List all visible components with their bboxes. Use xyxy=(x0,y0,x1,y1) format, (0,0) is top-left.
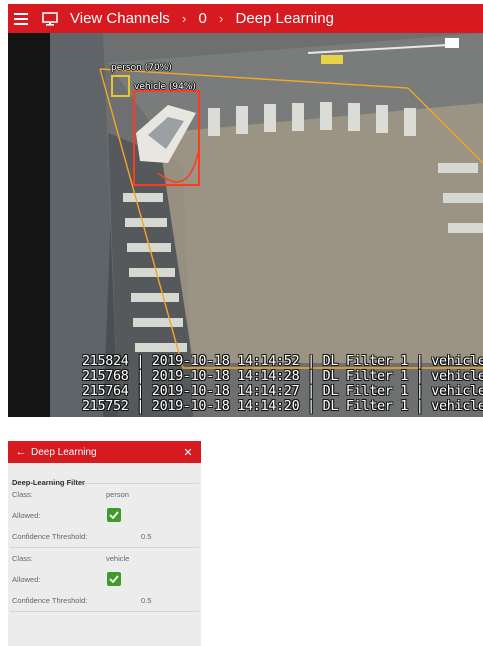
allowed-label: Allowed: xyxy=(12,575,41,584)
breadcrumb-view-channels[interactable]: View Channels xyxy=(70,10,170,27)
video-frame[interactable]: person (70%) vehicle (94%) 215824 | 2019… xyxy=(8,33,483,417)
class-row: Class: vehicle xyxy=(10,548,199,569)
allowed-label: Allowed: xyxy=(12,511,41,520)
panel-title: Deep Learning xyxy=(31,446,97,458)
detection-log: 215824 | 2019-10-18 14:14:52 | DL Filter… xyxy=(82,354,483,414)
threshold-value[interactable]: 0.5 xyxy=(141,532,151,541)
top-bar: View Channels › 0 › Deep Learning xyxy=(8,4,483,33)
check-icon xyxy=(109,575,119,583)
breadcrumb: View Channels › 0 › Deep Learning xyxy=(70,10,334,27)
breadcrumb-separator: › xyxy=(181,11,187,26)
class-value[interactable]: person xyxy=(106,490,129,499)
monitor-icon[interactable] xyxy=(40,11,60,26)
arrow-left-icon[interactable]: ← xyxy=(13,446,29,458)
detection-label-vehicle: vehicle (94%) xyxy=(134,82,196,92)
threshold-label: Confidence Threshold: xyxy=(12,596,88,605)
log-line: 215768 | 2019-10-18 14:14:28 | DL Filter… xyxy=(82,369,483,384)
allowed-checkbox[interactable] xyxy=(107,508,121,522)
breadcrumb-current: Deep Learning xyxy=(235,10,334,27)
filter-title: Deep-Learning Filter xyxy=(10,463,199,487)
log-line: 215824 | 2019-10-18 14:14:52 | DL Filter… xyxy=(82,354,483,369)
check-icon xyxy=(109,511,119,519)
breadcrumb-separator: › xyxy=(219,11,224,26)
breadcrumb-channel[interactable]: 0 xyxy=(198,10,206,27)
detection-label-person: person (70%) xyxy=(111,63,172,73)
log-line: 215752 | 2019-10-18 14:14:20 | DL Filter… xyxy=(82,399,483,414)
hamburger-icon[interactable] xyxy=(12,12,30,25)
class-value[interactable]: vehicle xyxy=(106,554,129,563)
class-row: Class: person xyxy=(10,484,199,505)
threshold-label: Confidence Threshold: xyxy=(12,532,88,541)
deep-learning-panel: ← Deep Learning ✕ Deep-Learning Filter C… xyxy=(8,441,201,646)
close-icon[interactable]: ✕ xyxy=(181,446,195,459)
log-line: 215764 | 2019-10-18 14:14:27 | DL Filter… xyxy=(82,384,483,399)
threshold-row: Confidence Threshold: 0.5 xyxy=(10,590,199,611)
divider xyxy=(10,611,199,612)
allowed-row: Allowed: xyxy=(10,505,199,526)
class-label: Class: xyxy=(12,554,33,563)
panel-header: ← Deep Learning ✕ xyxy=(8,441,201,463)
threshold-row: Confidence Threshold: 0.5 xyxy=(10,526,199,547)
allowed-checkbox[interactable] xyxy=(107,572,121,586)
class-label: Class: xyxy=(12,490,33,499)
allowed-row: Allowed: xyxy=(10,569,199,590)
threshold-value[interactable]: 0.5 xyxy=(141,596,151,605)
